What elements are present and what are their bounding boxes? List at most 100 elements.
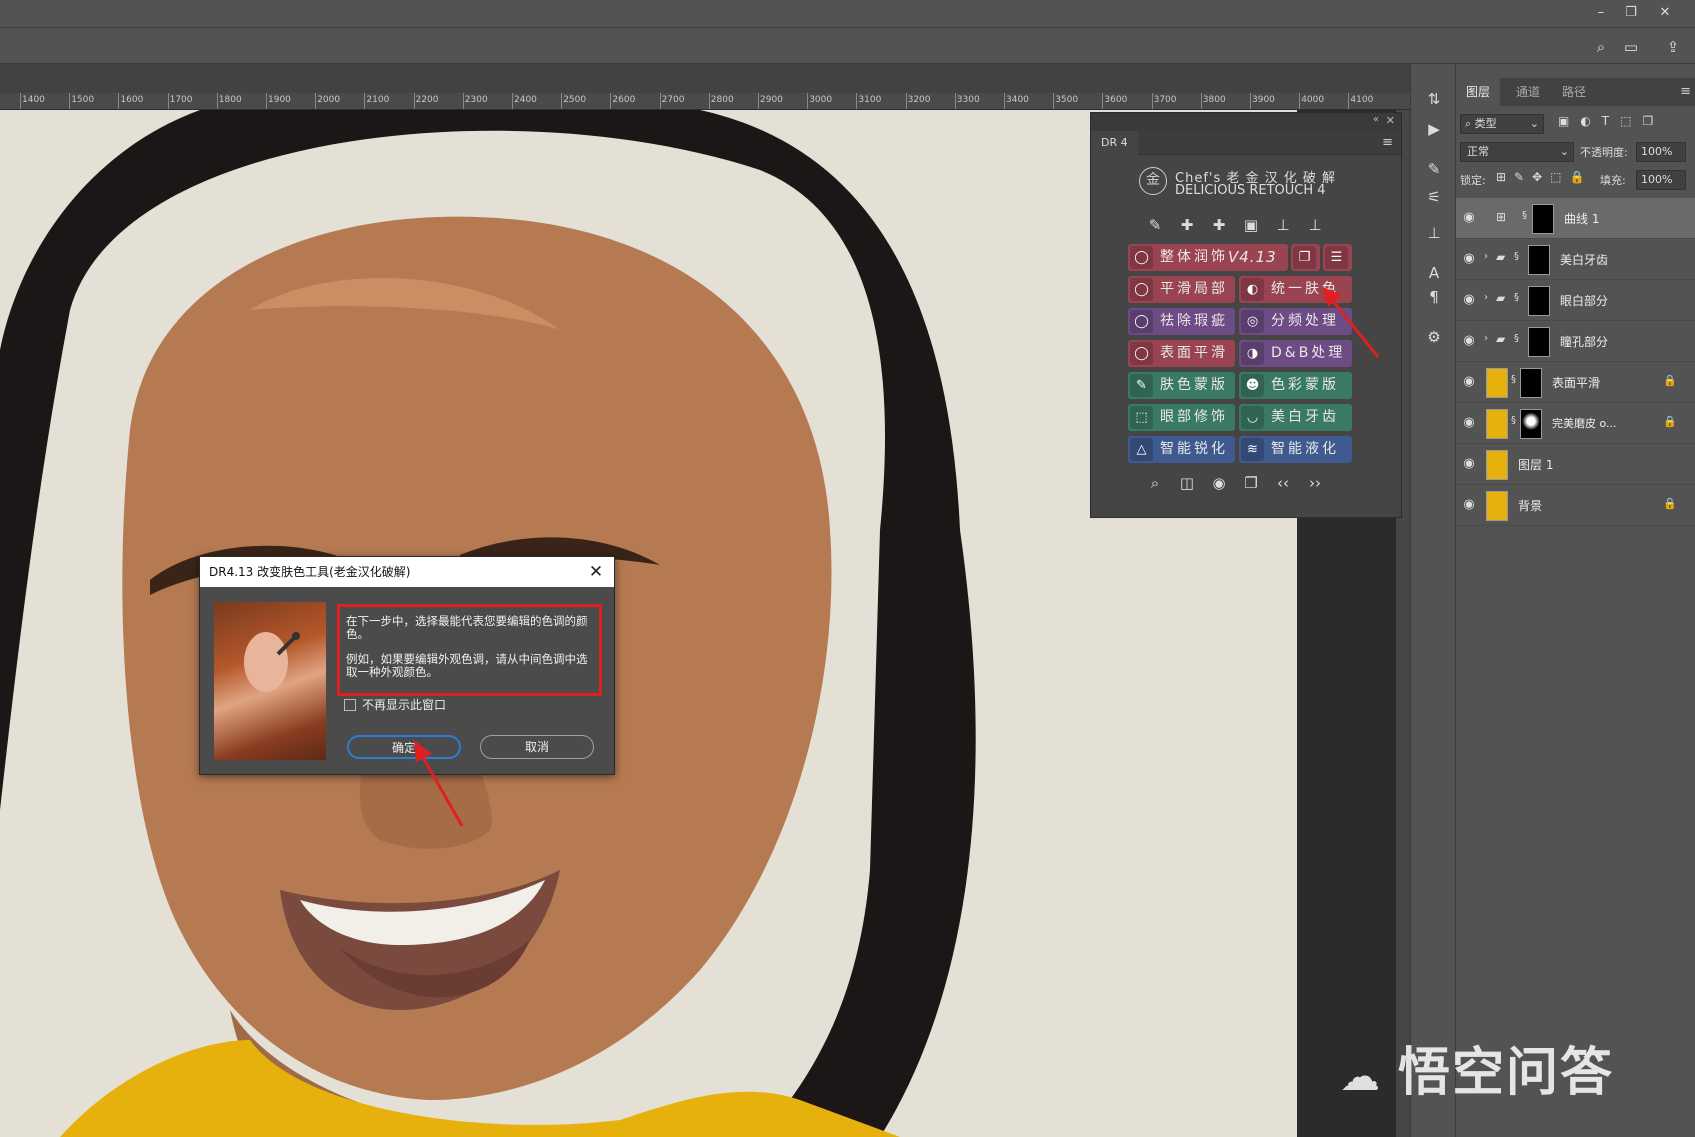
play-icon[interactable]: ▶: [1423, 118, 1445, 140]
btn-surface-smooth[interactable]: ◯ 表面平滑: [1128, 340, 1235, 367]
eye-icon[interactable]: ◉: [1460, 497, 1478, 513]
compare-icon[interactable]: ◫: [1175, 471, 1199, 495]
brush-presets-icon[interactable]: ⚟: [1423, 186, 1445, 208]
panel-close-icon[interactable]: ✕: [1386, 114, 1395, 127]
eye-icon[interactable]: ◉: [1460, 210, 1478, 226]
blend-mode-select[interactable]: 正常 ⌄: [1460, 142, 1574, 162]
layers-menu-icon[interactable]: ≡: [1680, 84, 1691, 99]
btn-overall-retouch[interactable]: ◯ 整体润饰 V4.13: [1128, 244, 1288, 271]
tab-dr4[interactable]: DR 4: [1091, 131, 1138, 155]
bandage-icon[interactable]: ✚: [1175, 213, 1199, 237]
ruler-tick-line: [1348, 93, 1350, 109]
next-icon[interactable]: ››: [1303, 471, 1327, 495]
layers-panel: 图层 通道 路径 ≡ ⌕ 类型 ⌄ ▣◐T⬚❐ 正常 ⌄ 不透明度: 100% 锁定…: [1456, 64, 1695, 1137]
fill-label: 填充:: [1600, 174, 1626, 187]
btn-color-mask[interactable]: ☻ 色彩蒙版: [1239, 372, 1352, 399]
character-icon[interactable]: A: [1423, 262, 1445, 284]
btn-whiten-teeth[interactable]: ◡ 美白牙齿: [1239, 404, 1352, 431]
btn-smooth-local[interactable]: ◯ 平滑局部: [1128, 276, 1235, 303]
dialog-message: 在下一步中，选择最能代表您要编辑的色调的颜色。 例如，如果要编辑外观色调，请从中…: [337, 604, 602, 696]
btn-smart-liquify[interactable]: ≋ 智能液化: [1239, 436, 1352, 463]
btn-layers[interactable]: ❐: [1291, 244, 1320, 271]
eye-icon[interactable]: ◉: [1460, 415, 1478, 431]
eye-icon[interactable]: ◉: [1460, 456, 1478, 472]
eye-icon[interactable]: ◉: [1460, 374, 1478, 390]
dialog-message-line2: 例如，如果要编辑外观色调，请从中间色调中选取一种外观颜色。: [346, 652, 588, 679]
layer-thumb: [1486, 409, 1508, 439]
layer-mask-thumb: [1532, 204, 1554, 234]
link-icon: §: [1511, 415, 1516, 426]
btn-smart-sharpen[interactable]: △ 智能锐化: [1128, 436, 1235, 463]
lock-icons: ⊞✎✥⬚🔒: [1496, 170, 1593, 184]
properties-icon[interactable]: ⚙: [1423, 326, 1445, 348]
layer-row[interactable]: ◉ › ▰ § 眼白部分: [1456, 280, 1695, 321]
brush-icon[interactable]: ✎: [1143, 213, 1167, 237]
duplicate-icon[interactable]: ❐: [1239, 471, 1263, 495]
layer-thumb: [1486, 491, 1508, 521]
close-icon[interactable]: ✕: [1654, 4, 1676, 22]
chip-icon[interactable]: ▣: [1239, 213, 1263, 237]
cancel-button[interactable]: 取消: [480, 735, 594, 759]
dr4-logo: 金: [1139, 167, 1167, 195]
btn-remove-blemish[interactable]: ◯ 祛除瑕疵: [1128, 308, 1235, 335]
restore-icon[interactable]: ❐: [1620, 4, 1642, 22]
expand-chevron-icon[interactable]: ›: [1484, 251, 1488, 262]
btn-eye-retouch[interactable]: ⬚ 眼部修饰: [1128, 404, 1235, 431]
layer-row[interactable]: ◉ › ▰ § 瞳孔部分: [1456, 321, 1695, 362]
panel-menu-icon[interactable]: ≡: [1382, 135, 1393, 150]
fill-input[interactable]: 100%: [1636, 170, 1686, 190]
prev-icon[interactable]: ‹‹: [1271, 471, 1295, 495]
share-icon[interactable]: ⇪: [1662, 36, 1684, 58]
ruler-tick-line: [610, 93, 612, 109]
search-icon[interactable]: ⌕: [1590, 36, 1612, 58]
zoom-icon[interactable]: ⌕: [1143, 471, 1167, 495]
clone-source-icon[interactable]: ⊥: [1423, 222, 1445, 244]
eye-preview-icon[interactable]: ◉: [1207, 471, 1231, 495]
layer-thumb: [1486, 450, 1508, 480]
filter-select[interactable]: ⌕ 类型 ⌄: [1460, 114, 1544, 134]
paragraph-icon[interactable]: ¶: [1423, 286, 1445, 308]
tab-paths[interactable]: 路径: [1552, 78, 1596, 106]
layer-row[interactable]: ◉ › ▰ § 美白牙齿: [1456, 239, 1695, 280]
btn-settings[interactable]: ☰: [1323, 244, 1352, 271]
expand-chevron-icon[interactable]: ›: [1484, 333, 1488, 344]
close-icon[interactable]: ✕: [584, 557, 608, 587]
layer-thumb: [1486, 368, 1508, 398]
layer-row[interactable]: ◉ ⊞ § 曲线 1: [1456, 198, 1695, 239]
layer-row[interactable]: ◉ 背景 🔒: [1456, 485, 1695, 526]
watermark-logo-icon: ☁: [1340, 1054, 1398, 1100]
tab-channels[interactable]: 通道: [1506, 78, 1550, 106]
layer-row[interactable]: ◉ § 表面平滑 🔒: [1456, 362, 1695, 403]
ruler-tick-label: 2500: [563, 95, 587, 105]
eye-icon[interactable]: ◉: [1460, 333, 1478, 349]
eye-icon[interactable]: ◉: [1460, 292, 1478, 308]
brush-settings-icon[interactable]: ✎: [1423, 158, 1445, 180]
document-tab-area: [0, 64, 1410, 93]
collapse-icon[interactable]: «: [1373, 114, 1379, 125]
layer-row[interactable]: ◉ § 完美磨皮 o... 🔒: [1456, 403, 1695, 444]
dont-show-again-checkbox[interactable]: 不再显示此窗口: [344, 696, 446, 713]
opacity-input[interactable]: 100%: [1636, 142, 1686, 162]
checkbox-box[interactable]: [344, 699, 356, 711]
ruler-tick-label: 3100: [858, 95, 882, 105]
lasso-icon: ◯: [1130, 278, 1153, 301]
search-icon: ⌕: [1465, 117, 1475, 130]
tab-layers[interactable]: 图层: [1456, 78, 1501, 106]
expand-chevron-icon[interactable]: ›: [1484, 292, 1488, 303]
layer-row[interactable]: ◉ 图层 1: [1456, 444, 1695, 485]
history-icon[interactable]: ⇅: [1423, 88, 1445, 110]
ruler-tick-label: 3900: [1252, 95, 1275, 105]
stamp-icon[interactable]: ⊥: [1271, 213, 1295, 237]
stamp-alt-icon[interactable]: ⊥: [1303, 213, 1327, 237]
ruler-tick-line: [462, 93, 464, 109]
eye-icon[interactable]: ◉: [1460, 251, 1478, 267]
btn-skin-mask[interactable]: ✎ 肤色蒙版: [1128, 372, 1235, 399]
layer-name: 背景: [1518, 499, 1543, 513]
bandage-alt-icon[interactable]: ✚: [1207, 213, 1231, 237]
ruler-tick-line: [856, 93, 858, 109]
minimize-icon[interactable]: –: [1590, 4, 1612, 22]
frequency-icon: ◎: [1241, 310, 1264, 333]
workspace-icon[interactable]: ▭: [1620, 36, 1642, 58]
chevron-down-icon: ⌄: [1559, 145, 1569, 158]
ruler-tick-line: [1102, 93, 1104, 109]
